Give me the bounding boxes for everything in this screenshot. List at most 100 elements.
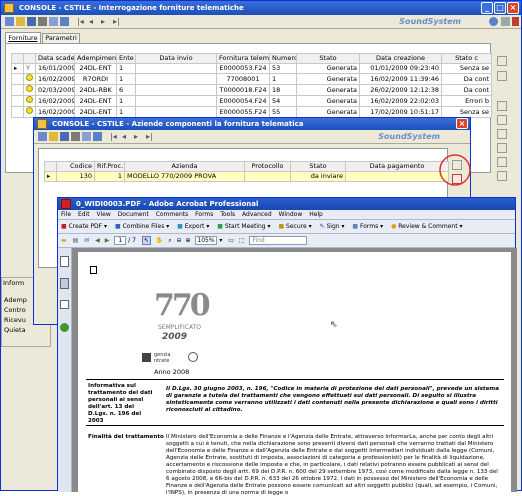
pages-icon[interactable] xyxy=(60,256,69,267)
prev-record-icon[interactable]: ◂ xyxy=(89,17,98,26)
zoom-out-icon[interactable]: ⊖ xyxy=(176,237,181,244)
menu-comments[interactable]: Comments xyxy=(156,211,189,218)
help-icon[interactable] xyxy=(60,323,69,332)
col-ente[interactable]: Ente xyxy=(116,53,136,64)
new-icon[interactable] xyxy=(5,17,14,26)
fit-page-icon[interactable]: ▭ xyxy=(228,237,234,244)
hand-tool-icon[interactable]: ✋ xyxy=(156,237,163,244)
prev-page-icon[interactable]: ◀ xyxy=(95,237,100,244)
form-checkbox[interactable] xyxy=(90,266,97,274)
menu-help[interactable]: Help xyxy=(309,211,323,218)
comments-icon[interactable] xyxy=(60,300,69,309)
save-icon[interactable] xyxy=(27,17,36,26)
edit-icon[interactable] xyxy=(49,17,58,26)
zoom-in-icon[interactable]: ⊕ xyxy=(185,237,190,244)
col-adempimento[interactable]: Adempimento xyxy=(74,53,117,64)
maximize-button[interactable]: □ xyxy=(494,2,506,14)
menu-view[interactable]: View xyxy=(97,211,111,218)
col-data-invio[interactable]: Data invio xyxy=(135,53,217,64)
side-button[interactable] xyxy=(497,143,507,153)
save-icon[interactable] xyxy=(60,132,69,141)
menu-tools[interactable]: Tools xyxy=(220,211,235,218)
forms-button[interactable]: ■ Forms ▾ xyxy=(352,223,383,230)
col-stato[interactable]: Stato xyxy=(290,161,346,172)
menu-forms[interactable]: Forms xyxy=(195,211,213,218)
open-icon[interactable] xyxy=(16,17,25,26)
menu-file[interactable]: File xyxy=(61,211,71,218)
last-record-icon[interactable]: ▸| xyxy=(113,17,122,26)
review-comment-button[interactable]: ● Review & Comment ▾ xyxy=(391,223,462,230)
open-icon[interactable]: ▬ xyxy=(61,237,67,244)
sign-button[interactable]: ✎ Sign ▾ xyxy=(320,223,345,230)
col-data-scadenza[interactable]: Data scadenza xyxy=(35,53,75,64)
next-record-icon[interactable]: ▸ xyxy=(101,17,110,26)
minimize-button[interactable]: _ xyxy=(481,2,493,14)
col-rif-proc[interactable]: Rif.Proc. xyxy=(94,161,125,172)
email-icon[interactable]: ✉ xyxy=(84,237,89,244)
table-row[interactable]: 16/02/2009 24DL-ENT 1 E0000054.F24 54 Ge… xyxy=(11,95,492,107)
menu-edit[interactable]: Edit xyxy=(78,211,90,218)
close-button[interactable]: × xyxy=(456,118,468,129)
prev-record-icon[interactable]: ◂ xyxy=(122,132,131,141)
col-protocollo[interactable]: Protocollo xyxy=(244,161,291,172)
col-numero[interactable]: Numero xyxy=(269,53,297,64)
zoom-dropdown-icon[interactable]: ▾ xyxy=(219,237,222,244)
col-data-pagamento[interactable]: Data pagamento xyxy=(345,161,449,172)
col-fornitura[interactable]: Fornitura telematica xyxy=(216,53,270,64)
col-azienda[interactable]: Azienda xyxy=(124,161,245,172)
open-icon[interactable] xyxy=(49,132,58,141)
table-row[interactable]: 02/03/2009 24DL-RBK 6 T0000018.F24 18 Ge… xyxy=(11,84,492,96)
table-row[interactable]: 16/02/2009 R7ORDI 1 77008001 1 Generata … xyxy=(11,73,492,85)
table-row[interactable]: 16/02/2009 24DL-ENT 1 E0000055.F24 55 Ge… xyxy=(11,106,492,118)
side-button[interactable] xyxy=(497,157,507,167)
header-cell xyxy=(11,53,24,64)
create-pdf-icon: ■ xyxy=(61,223,67,230)
combine-files-button[interactable]: ■ Combine Files ▾ xyxy=(115,223,169,230)
print-icon[interactable]: ▤ xyxy=(73,237,79,244)
col-data-creazione[interactable]: Data creazione xyxy=(359,53,442,64)
last-record-icon[interactable]: ▸| xyxy=(146,132,155,141)
preview-icon[interactable] xyxy=(93,132,102,141)
table-row[interactable]: ▸ 130 1 MODELLO 770/2009 PROVA da inviar… xyxy=(44,171,449,182)
forms-icon: ■ xyxy=(352,223,359,230)
options-icon[interactable] xyxy=(501,17,510,26)
exit-icon[interactable] xyxy=(512,17,519,26)
col-stato-c[interactable]: Stato c xyxy=(441,53,492,64)
new-icon[interactable] xyxy=(38,132,47,141)
create-pdf-button[interactable]: ■ Create PDF ▾ xyxy=(61,223,107,230)
print-icon[interactable] xyxy=(71,132,80,141)
print-icon[interactable] xyxy=(38,17,47,26)
page-number-field[interactable]: 1 xyxy=(114,236,127,245)
side-button[interactable] xyxy=(497,171,507,181)
zoom-tool-icon[interactable]: ⌕ xyxy=(168,237,171,244)
preview-icon[interactable] xyxy=(60,17,69,26)
edit-icon[interactable] xyxy=(82,132,91,141)
col-codice[interactable]: Codice xyxy=(56,161,95,172)
fit-width-icon[interactable]: ⬚ xyxy=(239,237,245,244)
next-page-icon[interactable]: ▶ xyxy=(105,237,110,244)
tab-forniture[interactable]: Forniture xyxy=(5,32,41,43)
tab-parametri[interactable]: Parametri xyxy=(42,33,80,43)
select-tool-icon[interactable]: ↖ xyxy=(141,236,151,245)
table-row[interactable]: ▸ Y 16/01/2009 24DL-ENT 1 E0000053.F24 5… xyxy=(11,63,492,74)
side-button[interactable] xyxy=(497,115,507,125)
side-button[interactable] xyxy=(497,101,507,111)
first-record-icon[interactable]: |◂ xyxy=(110,132,119,141)
help-icon[interactable] xyxy=(489,17,498,26)
side-button[interactable] xyxy=(497,56,507,66)
menu-advanced[interactable]: Advanced xyxy=(242,211,272,218)
start-meeting-button[interactable]: ■ Start Meeting ▾ xyxy=(217,223,270,230)
col-stato[interactable]: Stato xyxy=(296,53,360,64)
side-button[interactable] xyxy=(497,129,507,139)
menu-window[interactable]: Window xyxy=(279,211,303,218)
next-record-icon[interactable]: ▸ xyxy=(134,132,143,141)
export-button[interactable]: ■ Export ▾ xyxy=(177,223,209,230)
find-input[interactable]: Find xyxy=(249,236,308,245)
attachments-icon[interactable] xyxy=(60,278,69,289)
first-record-icon[interactable]: |◂ xyxy=(77,17,86,26)
side-button[interactable] xyxy=(497,71,507,81)
close-button[interactable]: × xyxy=(507,2,519,14)
secure-button[interactable]: ■ Secure ▾ xyxy=(278,223,311,230)
menu-document[interactable]: Document xyxy=(118,211,149,218)
zoom-field[interactable]: 105% xyxy=(195,236,218,245)
